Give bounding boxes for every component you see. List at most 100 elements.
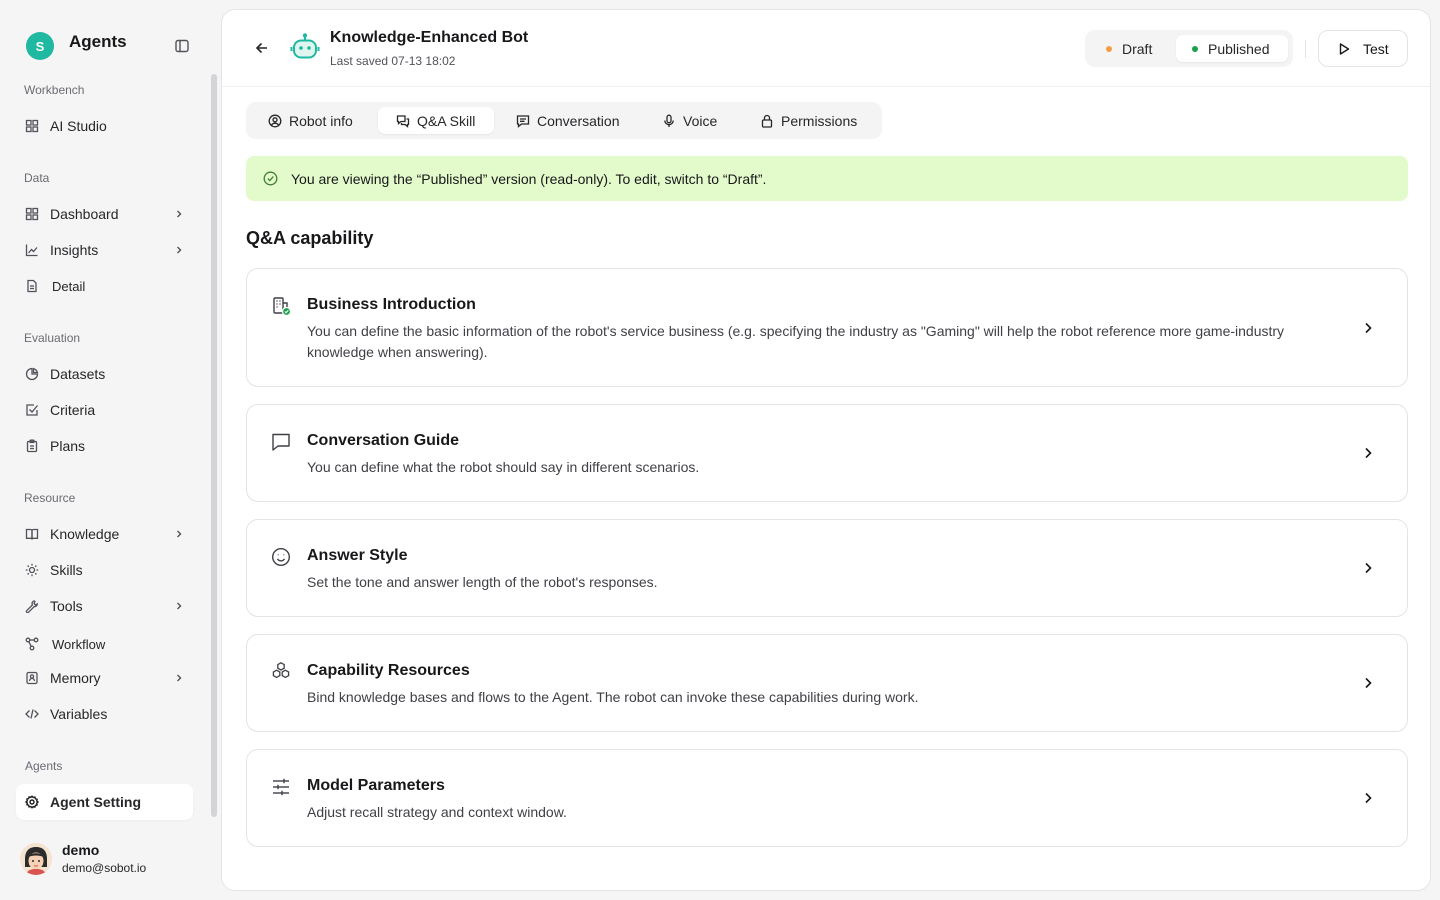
- tab-permissions[interactable]: Permissions: [746, 107, 874, 134]
- sidebar-toggle-icon[interactable]: [174, 38, 190, 54]
- book-icon: [25, 527, 39, 541]
- sidebar-item-datasets[interactable]: Datasets: [16, 356, 193, 392]
- microphone-icon: [664, 114, 674, 127]
- tab-voice[interactable]: Voice: [646, 107, 726, 134]
- sidebar-item-skills[interactable]: Skills: [16, 552, 193, 588]
- sidebar-item-insights[interactable]: Insights: [16, 232, 193, 268]
- pie-chart-icon: [25, 367, 39, 381]
- sidebar-item-agent-setting[interactable]: Agent Setting: [16, 784, 193, 820]
- avatar: [20, 842, 52, 875]
- sun-icon: [25, 563, 39, 577]
- sidebar-item-dashboard[interactable]: Dashboard: [16, 196, 193, 232]
- last-saved-text: Last saved 07-13 18:02: [330, 54, 456, 68]
- sidebar-item-plans[interactable]: Plans: [16, 428, 193, 464]
- section-title: Q&A capability: [246, 228, 374, 248]
- card-description: Adjust recall strategy and context windo…: [307, 804, 567, 820]
- test-button[interactable]: Test: [1318, 30, 1408, 67]
- sidebar-item-ai-studio[interactable]: AI Studio: [16, 108, 193, 144]
- sidebar-item-label: AI Studio: [50, 118, 107, 134]
- sidebar-scrollbar[interactable]: [211, 74, 217, 817]
- version-draft-label: Draft: [1122, 40, 1153, 57]
- section-label-agents: Agents: [25, 759, 63, 773]
- sidebar-item-label: Detail: [52, 278, 86, 294]
- message-square-icon: [271, 432, 291, 452]
- chevron-right-icon: [175, 246, 183, 254]
- gear-icon: [25, 795, 39, 809]
- code-icon: [25, 707, 39, 721]
- sidebar-item-label: Variables: [50, 706, 108, 722]
- sidebar-item-label: Dashboard: [50, 206, 119, 222]
- sidebar-item-criteria[interactable]: Criteria: [16, 392, 193, 428]
- user-name: demo: [62, 842, 100, 858]
- brand-logo: S: [26, 32, 54, 60]
- clipboard-icon: [25, 439, 39, 453]
- dashboard-icon: [25, 207, 39, 221]
- lock-icon: [761, 114, 773, 128]
- tab-label: Conversation: [537, 112, 620, 129]
- card-title: Model Parameters: [307, 777, 445, 794]
- sidebar-item-tools[interactable]: Tools: [16, 588, 193, 624]
- chevron-right-icon: [1363, 561, 1373, 575]
- card-title: Conversation Guide: [307, 432, 460, 449]
- brand[interactable]: S Agents: [26, 32, 127, 60]
- tab-label: Robot info: [289, 112, 353, 129]
- back-arrow-icon[interactable]: [254, 40, 270, 56]
- card-model-parameters[interactable]: Model Parameters Adjust recall strategy …: [246, 749, 1408, 847]
- sidebar-item-variables[interactable]: Variables: [16, 696, 193, 732]
- sidebar-item-memory[interactable]: Memory: [16, 660, 193, 696]
- sidebar-item-detail[interactable]: Detail: [16, 268, 193, 304]
- read-only-banner: You are viewing the “Published” version …: [246, 156, 1408, 201]
- tab-label: Voice: [683, 112, 718, 129]
- sidebar-item-workflow[interactable]: Workflow: [16, 626, 193, 662]
- header: Knowledge-Enhanced Bot Last saved 07-13 …: [222, 10, 1430, 87]
- building-check-icon: [271, 296, 291, 316]
- user-email: demo@sobot.io: [62, 861, 147, 875]
- smile-icon: [271, 547, 291, 567]
- checkbox-icon: [25, 403, 39, 417]
- section-label-data: Data: [24, 171, 50, 185]
- version-option-draft[interactable]: Draft: [1090, 35, 1170, 62]
- sidebar-item-label: Datasets: [50, 366, 106, 382]
- chevron-right-icon: [175, 530, 183, 538]
- sidebar-item-label: Skills: [50, 562, 83, 578]
- sidebar-item-label: Tools: [50, 598, 83, 614]
- card-title: Business Introduction: [307, 296, 476, 313]
- tab-conversation[interactable]: Conversation: [502, 107, 632, 134]
- sidebar-item-knowledge[interactable]: Knowledge: [16, 516, 193, 552]
- play-icon: [1339, 42, 1350, 55]
- version-option-published[interactable]: Published: [1176, 35, 1288, 62]
- card-description: You can define the basic information of …: [307, 323, 1285, 360]
- page-title: Knowledge-Enhanced Bot: [330, 29, 529, 46]
- sidebar-item-label: Knowledge: [50, 526, 120, 542]
- chevron-right-icon: [175, 210, 183, 218]
- card-business-introduction[interactable]: Business Introduction You can define the…: [246, 268, 1408, 387]
- card-conversation-guide[interactable]: Conversation Guide You can define what t…: [246, 404, 1408, 502]
- version-switch: Draft Published: [1085, 30, 1293, 67]
- card-capability-resources[interactable]: Capability Resources Bind knowledge base…: [246, 634, 1408, 732]
- header-divider: [1305, 40, 1306, 58]
- card-title: Answer Style: [307, 547, 408, 564]
- tab-robot-info[interactable]: Robot info: [256, 107, 376, 134]
- document-icon: [25, 279, 39, 293]
- memory-icon: [25, 671, 39, 685]
- tab-label: Q&A Skill: [417, 112, 476, 129]
- line-chart-icon: [25, 243, 39, 257]
- sidebar: S Agents Workbench AI Studio Data Dashbo…: [0, 0, 220, 900]
- tab-qa-skill[interactable]: Q&A Skill: [378, 107, 494, 134]
- brand-name: Agents: [69, 32, 127, 51]
- tab-bar: Robot info Q&A Skill Conversation Voice …: [246, 102, 882, 139]
- user-profile[interactable]: demo demo@sobot.io: [20, 842, 146, 875]
- card-title: Capability Resources: [307, 662, 470, 679]
- card-answer-style[interactable]: Answer Style Set the tone and answer len…: [246, 519, 1408, 617]
- section-label-evaluation: Evaluation: [24, 331, 81, 345]
- sliders-icon: [271, 777, 291, 797]
- sidebar-item-label: Criteria: [50, 402, 96, 418]
- section-label-workbench: Workbench: [24, 83, 85, 97]
- chevron-right-icon: [1363, 676, 1373, 690]
- sidebar-item-label: Plans: [50, 438, 86, 454]
- chevron-right-icon: [1363, 446, 1373, 460]
- boxes-icon: [271, 661, 291, 681]
- test-button-label: Test: [1363, 40, 1389, 57]
- tab-label: Permissions: [781, 112, 858, 129]
- check-circle-icon: [263, 171, 278, 186]
